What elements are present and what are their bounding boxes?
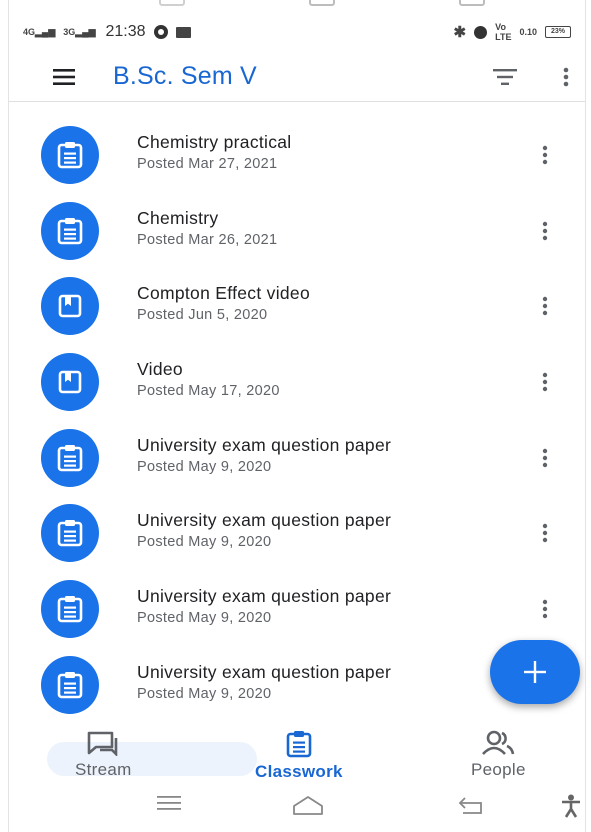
more-options-icon[interactable]: [551, 57, 581, 97]
item-title: University exam question paper: [137, 586, 392, 607]
bottom-navigation: Stream Classwork People: [9, 722, 585, 782]
hamburger-menu-icon[interactable]: [47, 62, 81, 92]
list-item[interactable]: Chemistry Posted Mar 26, 2021: [9, 193, 585, 269]
assignment-icon: [41, 579, 99, 638]
item-title: Chemistry: [137, 207, 219, 228]
system-navigation-bar: [9, 786, 585, 832]
assignment-icon: [41, 125, 99, 184]
classwork-icon: [286, 731, 312, 758]
item-more-icon[interactable]: [535, 520, 555, 546]
tab-classwork[interactable]: Classwork: [255, 730, 343, 782]
material-icon: [41, 277, 99, 336]
material-icon: [41, 352, 99, 411]
list-item[interactable]: University exam question paper Posted Ma…: [9, 571, 585, 647]
create-fab-button[interactable]: [490, 640, 580, 704]
list-item[interactable]: Video Posted May 17, 2020: [9, 344, 585, 420]
battery-level: 23%: [550, 28, 565, 35]
classwork-list: Chemistry practical Posted Mar 27, 2021 …: [9, 117, 585, 723]
item-title: University exam question paper: [137, 434, 392, 455]
list-item[interactable]: Compton Effect video Posted Jun 5, 2020: [9, 268, 585, 344]
item-title: Chemistry practical: [137, 132, 292, 152]
list-item[interactable]: University exam question paper Posted Ma…: [9, 495, 585, 571]
item-more-icon[interactable]: [535, 596, 555, 622]
bluetooth-icon: ✱: [453, 24, 467, 41]
item-title: Video: [137, 359, 183, 380]
alarm-icon: [474, 25, 488, 39]
item-more-icon[interactable]: [535, 293, 555, 319]
signal-icon-2: 3G▂▄▆: [63, 26, 96, 37]
system-home-icon[interactable]: [291, 794, 325, 821]
item-title: Compton Effect video: [137, 283, 310, 304]
assignment-icon: [41, 504, 99, 563]
system-menu-icon[interactable]: [157, 794, 181, 817]
status-bar: 4G▂▄▆ 3G▂▄▆ 21:38 ✱ Vo LTE 0.10 23%: [23, 22, 571, 42]
battery-icon: 23%: [545, 26, 571, 38]
assignment-icon: [41, 655, 99, 714]
tab-people[interactable]: People: [471, 730, 526, 780]
network-speed: 0.10: [519, 27, 537, 37]
item-more-icon[interactable]: [535, 369, 555, 395]
tab-stream-label: Stream: [75, 760, 132, 779]
assignment-icon: [41, 428, 99, 487]
filter-icon[interactable]: [485, 57, 525, 97]
item-posted-date: Posted Mar 27, 2021: [137, 156, 278, 172]
item-posted-date: Posted Mar 26, 2021: [137, 231, 278, 248]
phone-screen: 4G▂▄▆ 3G▂▄▆ 21:38 ✱ Vo LTE 0.10 23% B.Sc.…: [8, 0, 586, 832]
list-item[interactable]: University exam question paper Posted Ma…: [9, 420, 585, 496]
plus-icon: [524, 661, 546, 683]
item-posted-date: Posted May 9, 2020: [137, 534, 272, 551]
signal-icon: 4G▂▄▆: [23, 26, 56, 37]
system-back-icon[interactable]: [457, 794, 487, 821]
cropped-previous-nav: [9, 0, 585, 10]
item-posted-date: Posted May 9, 2020: [137, 458, 272, 475]
assignment-icon: [41, 201, 99, 260]
tab-people-label: People: [471, 760, 526, 779]
item-title: University exam question paper: [137, 510, 392, 531]
item-more-icon[interactable]: [535, 445, 555, 471]
status-time: 21:38: [105, 23, 146, 40]
item-posted-date: Posted May 17, 2020: [137, 383, 280, 400]
stream-icon: [87, 731, 118, 756]
tab-classwork-label: Classwork: [255, 762, 343, 781]
accessibility-icon[interactable]: [561, 794, 581, 823]
notification-icon: [153, 25, 168, 39]
item-posted-date: Posted May 9, 2020: [137, 685, 272, 702]
page-title: B.Sc. Sem V: [113, 62, 257, 90]
mail-icon: [175, 26, 191, 38]
volte-icon: Vo LTE: [495, 22, 512, 42]
tab-stream[interactable]: Stream: [75, 730, 132, 780]
app-bar: B.Sc. Sem V: [9, 52, 585, 102]
item-posted-date: Posted May 9, 2020: [137, 610, 272, 627]
item-posted-date: Posted Jun 5, 2020: [137, 307, 268, 324]
item-more-icon[interactable]: [535, 218, 555, 244]
list-item[interactable]: Chemistry practical Posted Mar 27, 2021: [9, 117, 585, 193]
people-icon: [482, 730, 515, 755]
item-title: University exam question paper: [137, 661, 392, 682]
item-more-icon[interactable]: [535, 142, 555, 168]
